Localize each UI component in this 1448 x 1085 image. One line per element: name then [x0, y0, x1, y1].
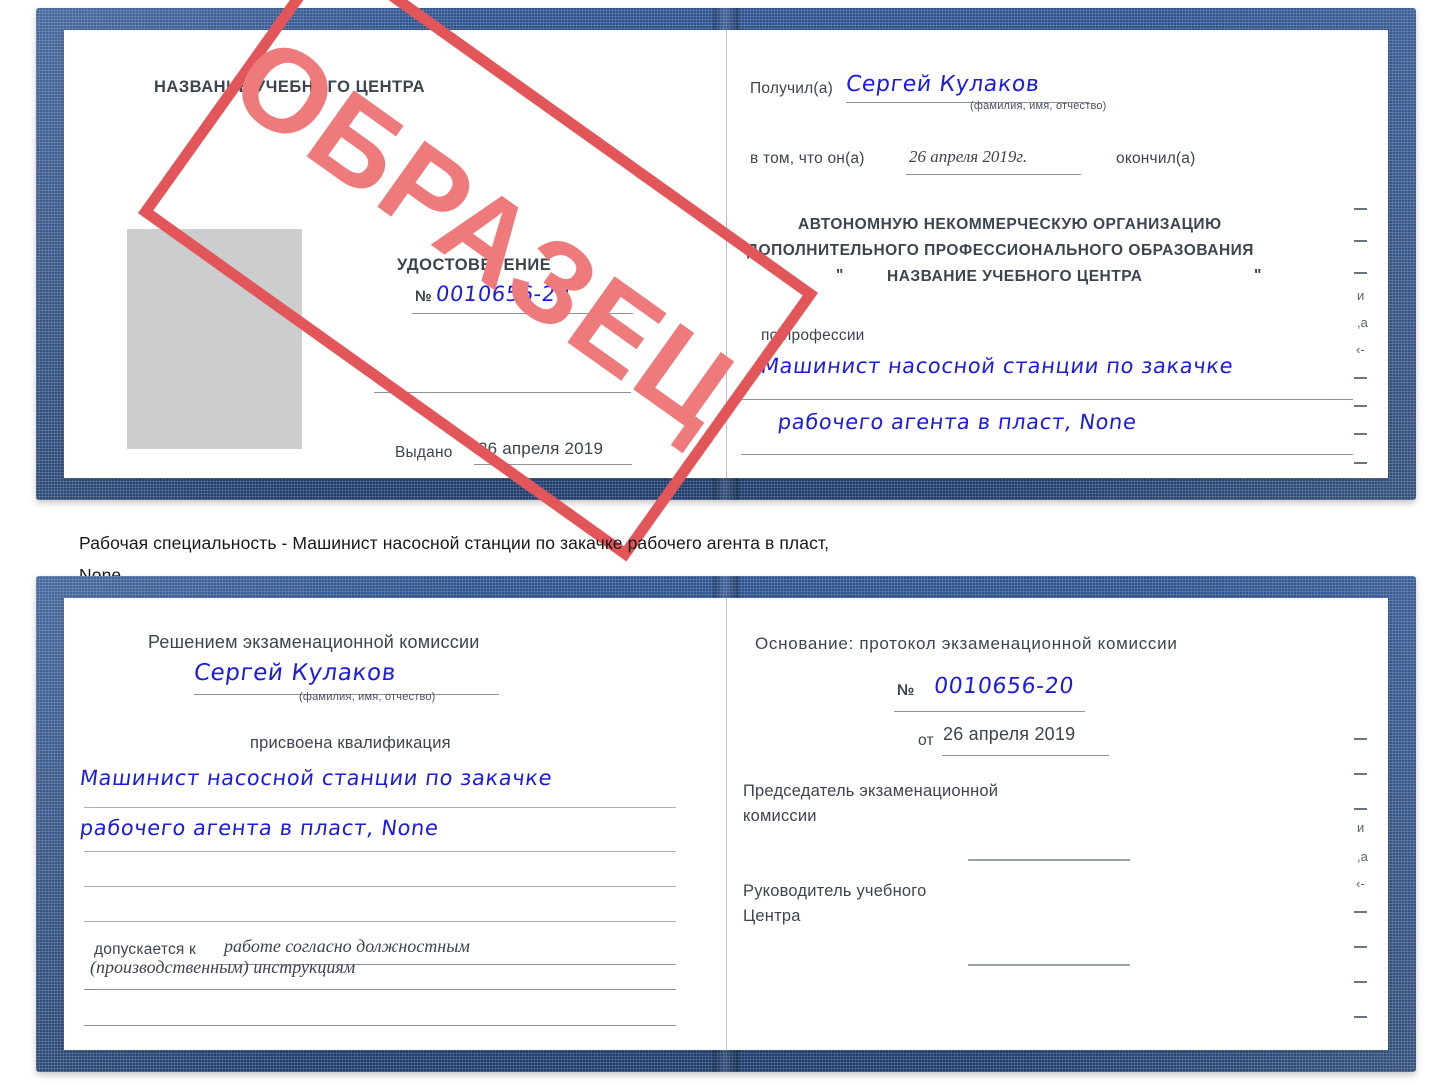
certificate-bottom-pages: Решением экзаменационной комиссии Сергей…	[64, 598, 1388, 1050]
admitted-line-2: (производственным) инструкциям	[90, 957, 356, 977]
edge-fragment-b-a: ,а	[1357, 849, 1368, 864]
profession-label: по профессии	[761, 327, 865, 344]
edge-fragment-i: и	[1357, 288, 1365, 303]
edge-fragment-b-dash-4	[1354, 911, 1367, 913]
admitted-line-1: работе согласно должностным	[224, 936, 470, 956]
profession-line-2: рабочего агента в пласт, None	[776, 410, 1139, 434]
qualification-line-1: Машинист насосной станции по закачке	[78, 766, 554, 790]
photo-placeholder	[127, 229, 302, 449]
head-label-line-2: Центра	[743, 907, 801, 925]
that-he-rule	[906, 174, 1081, 175]
edge-fragment-b-dash-5	[1354, 946, 1367, 948]
bottom-right-page: Основание: протокол экзаменационной коми…	[728, 598, 1388, 1050]
edge-fragment-dash-6	[1354, 433, 1367, 435]
admitted-rule-3	[84, 1025, 676, 1026]
certificate-bottom: Решением экзаменационной комиссии Сергей…	[36, 576, 1416, 1072]
head-signature-rule	[968, 964, 1130, 966]
qualification-rule-3	[84, 886, 676, 887]
organization-quote-close: "	[1254, 267, 1262, 284]
certificate-number-label: №	[415, 288, 432, 305]
that-he-value: 26 апреля 2019г.	[909, 147, 1028, 166]
edge-fragment-dash-1	[1354, 208, 1367, 210]
issued-rule	[474, 464, 632, 465]
edge-fragment-dash-5	[1354, 405, 1367, 407]
certificate-top: НАЗВАНИЕ УЧЕБНОГО ЦЕНТРА УДОСТОВЕРЕНИЕ №…	[36, 8, 1416, 500]
edge-fragment-b-dash-1	[1354, 738, 1367, 740]
protocol-date-rule	[942, 755, 1109, 756]
basis-label: Основание: протокол экзаменационной коми…	[755, 634, 1178, 653]
seal-label: М.П.	[194, 477, 226, 478]
edge-fragment-arrow: ‹-	[1356, 342, 1365, 357]
edge-fragment-b-arrow: ‹-	[1356, 876, 1365, 891]
profession-line-1: Машинист насосной станции по закачке	[759, 354, 1235, 378]
edge-fragment-b-dash-3	[1354, 808, 1367, 810]
edge-fragment-b-dash-6	[1354, 981, 1367, 983]
chairman-signature-rule	[968, 859, 1130, 861]
protocol-number-label: №	[897, 682, 915, 699]
top-right-page: Получил(а) Сергей Кулаков (фамилия, имя,…	[728, 30, 1388, 478]
head-label-line-1: Руководитель учебного	[743, 882, 927, 900]
document-title: УДОСТОВЕРЕНИЕ	[397, 256, 552, 274]
training-center-name: НАЗВАНИЕ УЧЕБНОГО ЦЕНТРА	[154, 78, 426, 96]
received-label: Получил(а)	[750, 80, 833, 97]
issued-label: Выдано	[395, 444, 453, 461]
admitted-rule-2	[84, 989, 676, 990]
edge-fragment-dash-2	[1354, 240, 1367, 242]
edge-fragment-b-dash-2	[1354, 773, 1367, 775]
bottom-left-page: Решением экзаменационной комиссии Сергей…	[64, 598, 726, 1050]
organization-line-3: НАЗВАНИЕ УЧЕБНОГО ЦЕНТРА	[887, 268, 1143, 285]
profession-rule-2	[741, 454, 1353, 455]
fio-hint: (фамилия, имя, отчество)	[970, 100, 1107, 112]
chairman-label-line-2: комиссии	[743, 807, 817, 825]
chairman-label-line-1: Председатель экзаменационной	[743, 782, 999, 800]
certificate-top-pages: НАЗВАНИЕ УЧЕБНОГО ЦЕНТРА УДОСТОВЕРЕНИЕ №…	[64, 30, 1388, 478]
caption-line-1: Рабочая специальность - Машинист насосно…	[79, 533, 830, 553]
fio-hint-bottom: (фамилия, имя, отчество)	[299, 691, 436, 703]
protocol-date-value: 26 апреля 2019	[943, 724, 1076, 744]
edge-fragment-b-i: и	[1357, 820, 1365, 835]
blank-rule-1	[374, 392, 631, 393]
organization-line-2: ДОПОЛНИТЕЛЬНОГО ПРОФЕССИОНАЛЬНОГО ОБРАЗО…	[747, 242, 1254, 259]
graduate-name-value: Сергей Кулаков	[192, 660, 398, 686]
edge-fragment-dash-4	[1354, 377, 1367, 379]
received-value: Сергей Кулаков	[844, 72, 1042, 97]
qualification-rule-4	[84, 921, 676, 922]
qualification-line-2: рабочего агента в пласт, None	[78, 816, 441, 840]
that-he-label: в том, что он(а)	[750, 150, 865, 167]
finished-label: окончил(а)	[1116, 150, 1196, 167]
top-left-page: НАЗВАНИЕ УЧЕБНОГО ЦЕНТРА УДОСТОВЕРЕНИЕ №…	[64, 30, 726, 478]
issued-value: 26 апреля 2019	[478, 439, 604, 458]
profession-rule-1	[741, 399, 1353, 400]
qualification-label: присвоена квалификация	[250, 734, 451, 752]
qualification-rule-2	[84, 851, 676, 852]
protocol-number-rule	[894, 711, 1085, 712]
edge-fragment-dash-7	[1354, 462, 1367, 464]
protocol-number-value: 0010656-20	[932, 674, 1076, 699]
edge-fragment-dash-3	[1354, 272, 1367, 274]
certificate-number-value: 0010656-20	[434, 282, 572, 306]
qualification-rule-1	[84, 807, 676, 808]
edge-fragment-b-dash-7	[1354, 1016, 1367, 1018]
organization-line-1: АВТОНОМНУЮ НЕКОММЕРЧЕСКУЮ ОРГАНИЗАЦИЮ	[798, 216, 1222, 233]
edge-fragment-a: ,а	[1357, 315, 1368, 330]
certificate-number-rule	[412, 313, 633, 314]
commission-decision-heading: Решением экзаменационной комиссии	[148, 632, 480, 652]
protocol-date-label: от	[918, 732, 934, 749]
organization-quote-open: "	[836, 267, 844, 284]
